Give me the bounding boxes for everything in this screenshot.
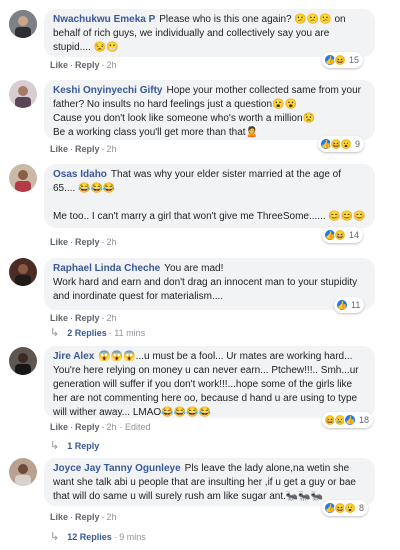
comment-bubble: Jire Alex 😱😱😱...u must be a fool... Ur ma… (44, 346, 375, 418)
wow-reaction-icon: 😮 (344, 502, 356, 514)
wow-reaction-icon: 😮 (340, 138, 352, 150)
comment-actions: Like · Reply · 2h (50, 512, 117, 522)
like-reaction-icon: 👍 (336, 299, 348, 311)
comment-bubble: Keshi Onyinyechi Gifty Hope your mother c… (44, 80, 375, 140)
like-link[interactable]: Like (50, 313, 68, 323)
edited-label[interactable]: · Edited (120, 422, 151, 432)
reaction-summary[interactable]: 👍 11 (334, 297, 365, 313)
comment-actions: Like · Reply · 2h · Edited (50, 422, 151, 432)
replies-count-link[interactable]: 1 Reply (67, 441, 99, 451)
reply-link[interactable]: Reply (75, 313, 100, 323)
reply-link[interactable]: Reply (75, 60, 100, 70)
haha-reaction-icon: 😆 (334, 54, 346, 66)
comment-time[interactable]: 2h (107, 313, 117, 323)
reply-link[interactable]: Reply (75, 144, 100, 154)
reply-arrow-icon: ↳ (50, 531, 60, 543)
reaction-summary[interactable]: 👍 😆 15 (322, 52, 364, 68)
replies-count-link[interactable]: 12 Replies (67, 532, 112, 542)
comment-author[interactable]: Joyce Jay Tanny Ogunleye (53, 463, 181, 474)
view-replies[interactable]: ↳ 12 Replies · 9 mins (50, 530, 146, 543)
comment-author[interactable]: Osas Idaho (53, 169, 107, 180)
comment-actions: Like · Reply · 2h (50, 60, 117, 70)
reply-arrow-icon: ↳ (50, 440, 60, 452)
comment-actions: Like · Reply · 2h (50, 144, 117, 154)
comment-bubble: Osas Idaho That was why your elder sister… (44, 164, 375, 228)
avatar[interactable] (9, 347, 37, 375)
avatar[interactable] (9, 164, 37, 192)
comment-actions: Like · Reply · 2h (50, 313, 117, 323)
comment-bubble: Raphael Linda Cheche You are mad! Work ha… (44, 258, 375, 310)
avatar[interactable] (9, 80, 37, 108)
like-link[interactable]: Like (50, 144, 68, 154)
like-link[interactable]: Like (50, 237, 68, 247)
avatar[interactable] (9, 458, 37, 486)
replies-count-link[interactable]: 2 Replies (67, 328, 107, 338)
comment-time[interactable]: 2h (107, 422, 117, 432)
reaction-summary[interactable]: 👍 😆 😮 9 (318, 136, 365, 152)
comment-bubble: Nwachukwu Emeka P Please who is this one … (44, 9, 375, 57)
comment-time[interactable]: 2h (107, 512, 117, 522)
reaction-count: 9 (355, 139, 361, 149)
reaction-summary[interactable]: 👍 😆 😮 8 (322, 500, 369, 516)
avatar[interactable] (9, 258, 37, 286)
view-replies[interactable]: ↳ 2 Replies · 11 mins (50, 326, 145, 339)
replies-time: · 9 mins (113, 531, 146, 542)
reaction-summary[interactable]: 👍 😆 14 (322, 227, 364, 243)
like-link[interactable]: Like (50, 60, 68, 70)
reaction-count: 15 (349, 55, 360, 65)
replies-time: · 11 mins (108, 327, 146, 338)
comment-actions: Like · Reply · 2h (50, 237, 117, 247)
comment-time[interactable]: 2h (107, 60, 117, 70)
view-replies[interactable]: ↳ 1 Reply (50, 439, 99, 452)
reply-link[interactable]: Reply (75, 512, 100, 522)
reply-link[interactable]: Reply (75, 237, 100, 247)
comment-author[interactable]: Keshi Onyinyechi Gifty (53, 85, 162, 96)
reaction-summary[interactable]: 😆 😢 👍 18 (322, 412, 374, 428)
reaction-count: 11 (351, 300, 361, 310)
reply-arrow-icon: ↳ (50, 327, 60, 339)
reaction-count: 14 (349, 230, 360, 240)
like-link[interactable]: Like (50, 512, 68, 522)
comment-author[interactable]: Nwachukwu Emeka P (53, 14, 155, 25)
reply-link[interactable]: Reply (75, 422, 100, 432)
comment-author[interactable]: Raphael Linda Cheche (53, 263, 160, 274)
like-link[interactable]: Like (50, 422, 68, 432)
reaction-count: 18 (359, 415, 370, 425)
comment-text: 😱😱😱...u must be a fool... Ur mates are w… (53, 351, 362, 418)
comment-time[interactable]: 2h (107, 144, 117, 154)
reaction-count: 8 (359, 503, 365, 513)
like-reaction-icon: 👍 (344, 414, 356, 426)
avatar[interactable] (9, 10, 37, 38)
comment-bubble: Joyce Jay Tanny Ogunleye Pls leave the la… (44, 458, 375, 506)
comment-time[interactable]: 2h (107, 237, 117, 247)
comment-author[interactable]: Jire Alex (53, 351, 94, 362)
haha-reaction-icon: 😆 (334, 229, 346, 241)
